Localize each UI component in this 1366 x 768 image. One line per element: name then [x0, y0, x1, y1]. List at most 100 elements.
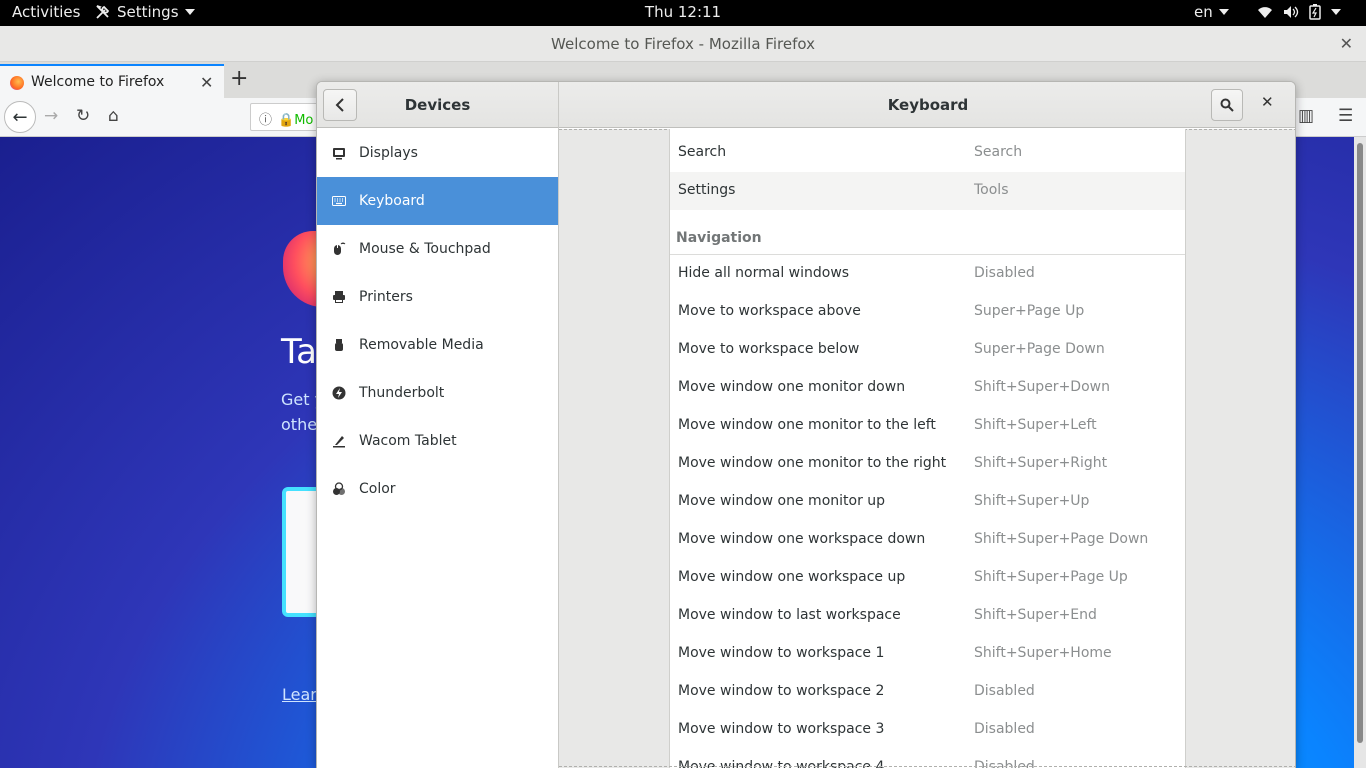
display-icon: [332, 146, 346, 160]
chevron-down-icon: [1218, 9, 1229, 15]
sidebar-item-label: Removable Media: [359, 337, 484, 353]
shortcut-accel: Super+Page Down: [974, 341, 1105, 357]
url-text: Mo: [294, 113, 314, 128]
shortcut-row[interactable]: Move window one monitor down Shift+Super+…: [670, 369, 1185, 407]
shortcut-name: Move window to last workspace: [678, 607, 901, 623]
sidebar-item-wacom-tablet[interactable]: Wacom Tablet: [317, 417, 558, 465]
info-icon: ⓘ: [259, 113, 273, 128]
sidebar-item-displays[interactable]: Displays: [317, 129, 558, 177]
close-icon[interactable]: ✕: [1261, 93, 1274, 111]
sidebar-item-removable-media[interactable]: Removable Media: [317, 321, 558, 369]
clock[interactable]: Thu 12:11: [645, 3, 721, 21]
shortcut-list[interactable]: Search Search Settings Tools Navigation …: [669, 129, 1186, 768]
wifi-icon: [1258, 7, 1272, 18]
shortcut-row[interactable]: Move window to workspace 3 Disabled: [670, 711, 1185, 749]
shortcut-name: Move window one workspace up: [678, 569, 906, 585]
settings-sidebar: Displays Keyboard Mouse & Touchpad Print…: [317, 129, 558, 768]
shortcut-row[interactable]: Move window one monitor up Shift+Super+Up: [670, 483, 1185, 521]
shortcut-name: Move window to workspace 1: [678, 645, 885, 661]
shortcut-name: Move window one monitor up: [678, 493, 886, 509]
shortcut-row[interactable]: Move window one workspace down Shift+Supe…: [670, 521, 1185, 559]
home-icon[interactable]: ⌂: [108, 106, 119, 126]
chevron-down-icon: [1331, 9, 1341, 15]
shortcut-row[interactable]: Search Search: [670, 134, 1185, 172]
language-label: en: [1194, 3, 1213, 21]
sidebar-item-keyboard[interactable]: Keyboard: [317, 177, 558, 225]
sidebar-item-mouse-touchpad[interactable]: Mouse & Touchpad: [317, 225, 558, 273]
shortcut-accel: Shift+Super+Home: [974, 645, 1112, 661]
shortcut-accel: Shift+Super+End: [974, 607, 1097, 623]
sidebar-item-label: Displays: [359, 145, 418, 161]
battery-icon: [1309, 4, 1321, 20]
search-button[interactable]: [1211, 89, 1243, 121]
volume-icon: [1284, 6, 1299, 18]
panel-title: Keyboard: [887, 96, 969, 114]
mouse-icon: [332, 242, 346, 256]
shortcut-row[interactable]: Move window to workspace 2 Disabled: [670, 673, 1185, 711]
app-menu[interactable]: Settings: [95, 3, 195, 21]
shortcut-accel: Disabled: [974, 265, 1035, 281]
shortcut-accel: Search: [974, 144, 1023, 160]
shortcut-accel: Shift+Super+Down: [974, 379, 1110, 395]
reload-icon[interactable]: ↻: [76, 106, 90, 126]
forward-icon[interactable]: →: [44, 106, 58, 126]
shortcut-name: Move to workspace below: [678, 341, 860, 357]
top-bar: Activities Settings Thu 12:11 en: [0, 0, 1366, 26]
sidebar-item-printers[interactable]: Printers: [317, 273, 558, 321]
shortcut-accel: Shift+Super+Right: [974, 455, 1108, 471]
chevron-down-icon: [184, 9, 195, 15]
page-scrollbar[interactable]: [1354, 137, 1366, 768]
activities-button[interactable]: Activities: [12, 3, 80, 21]
browser-tab[interactable]: Welcome to Firefox ✕: [0, 64, 224, 98]
hamburger-menu-icon[interactable]: ☰: [1338, 106, 1353, 126]
shortcut-row[interactable]: Hide all normal windows Disabled: [670, 255, 1185, 293]
shortcut-row[interactable]: Move to workspace above Super+Page Up: [670, 293, 1185, 331]
shortcut-name: Move window one monitor to the left: [678, 417, 936, 433]
panel-group-title: Devices: [404, 96, 471, 114]
shortcut-name: Search: [678, 144, 727, 160]
settings-tools-icon: [96, 5, 110, 19]
shortcut-accel: Shift+Super+Page Down: [974, 531, 1149, 547]
sidebar-item-label: Mouse & Touchpad: [359, 241, 491, 257]
sidebar-item-label: Thunderbolt: [359, 385, 445, 401]
shortcut-row[interactable]: Move window one monitor to the right Shif…: [670, 445, 1185, 483]
keyboard-icon: [332, 194, 346, 208]
close-tab-icon[interactable]: ✕: [200, 73, 213, 92]
shortcut-row[interactable]: Move window one workspace up Shift+Super+…: [670, 559, 1185, 597]
learn-more-link[interactable]: Lear: [282, 685, 317, 704]
shortcut-row[interactable]: Move to workspace below Super+Page Down: [670, 331, 1185, 369]
new-tab-icon[interactable]: +: [230, 66, 248, 91]
sidebar-item-label: Keyboard: [359, 193, 425, 209]
sidebar-item-thunderbolt[interactable]: Thunderbolt: [317, 369, 558, 417]
printer-icon: [332, 290, 346, 304]
shortcut-name: Move window one monitor to the right: [678, 455, 947, 471]
shortcut-row[interactable]: Move window one monitor to the left Shift…: [670, 407, 1185, 445]
tablet-icon: [332, 434, 346, 448]
shortcut-accel: Shift+Super+Page Up: [974, 569, 1128, 585]
sidebar-icon[interactable]: ▥: [1298, 106, 1314, 126]
welcome-heading: Ta: [281, 332, 317, 372]
shortcut-name: Settings: [678, 182, 736, 198]
shortcut-name: Move window one workspace down: [678, 531, 926, 547]
shortcut-row[interactable]: Move window to last workspace Shift+Super…: [670, 597, 1185, 635]
shortcut-row[interactable]: Move window to workspace 1 Shift+Super+Ho…: [670, 635, 1185, 673]
scrollbar-thumb[interactable]: [1357, 143, 1363, 743]
tab-label: Welcome to Firefox: [31, 74, 165, 90]
sidebar-item-label: Wacom Tablet: [359, 433, 457, 449]
shortcut-name: Move window to workspace 2: [678, 683, 885, 699]
section-title: Navigation: [676, 230, 762, 246]
shortcut-name: Hide all normal windows: [678, 265, 850, 281]
section-header: Navigation: [670, 210, 1185, 255]
color-icon: [332, 482, 346, 496]
shortcut-accel: Super+Page Up: [974, 303, 1085, 319]
back-button[interactable]: ←: [4, 101, 36, 133]
system-menu[interactable]: [1257, 4, 1341, 20]
shortcut-accel: Shift+Super+Up: [974, 493, 1090, 509]
dashed-separator: [559, 766, 1295, 767]
language-selector[interactable]: en: [1194, 3, 1229, 21]
close-icon[interactable]: ✕: [1340, 26, 1353, 62]
shortcut-name: Move window one monitor down: [678, 379, 906, 395]
firefox-favicon-icon: [10, 76, 24, 90]
shortcut-row[interactable]: Settings Tools: [670, 172, 1185, 210]
sidebar-item-color[interactable]: Color: [317, 465, 558, 513]
